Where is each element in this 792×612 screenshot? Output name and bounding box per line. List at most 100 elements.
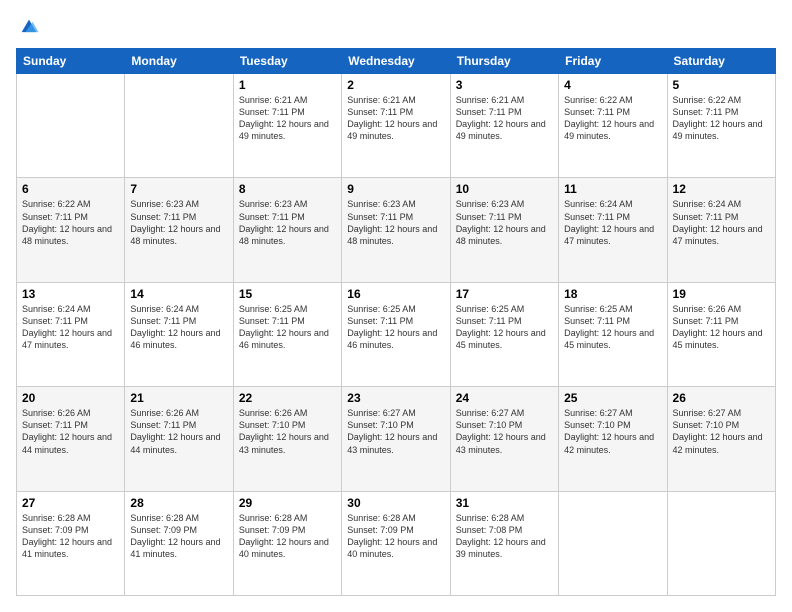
day-info: Sunrise: 6:23 AM Sunset: 7:11 PM Dayligh… (130, 198, 227, 247)
calendar-cell (667, 491, 775, 595)
calendar-cell: 9 Sunrise: 6:23 AM Sunset: 7:11 PM Daylig… (342, 178, 450, 282)
day-number: 27 (22, 496, 119, 510)
calendar-cell: 26 Sunrise: 6:27 AM Sunset: 7:10 PM Dayli… (667, 387, 775, 491)
day-number: 14 (130, 287, 227, 301)
calendar-cell: 20 Sunrise: 6:26 AM Sunset: 7:11 PM Dayli… (17, 387, 125, 491)
day-info: Sunrise: 6:23 AM Sunset: 7:11 PM Dayligh… (347, 198, 444, 247)
calendar-table: SundayMondayTuesdayWednesdayThursdayFrid… (16, 48, 776, 596)
calendar-cell: 5 Sunrise: 6:22 AM Sunset: 7:11 PM Daylig… (667, 74, 775, 178)
calendar-week-1: 1 Sunrise: 6:21 AM Sunset: 7:11 PM Daylig… (17, 74, 776, 178)
calendar-cell: 31 Sunrise: 6:28 AM Sunset: 7:08 PM Dayli… (450, 491, 558, 595)
day-info: Sunrise: 6:27 AM Sunset: 7:10 PM Dayligh… (456, 407, 553, 456)
day-info: Sunrise: 6:24 AM Sunset: 7:11 PM Dayligh… (564, 198, 661, 247)
day-number: 22 (239, 391, 336, 405)
day-info: Sunrise: 6:27 AM Sunset: 7:10 PM Dayligh… (673, 407, 770, 456)
calendar-cell: 18 Sunrise: 6:25 AM Sunset: 7:11 PM Dayli… (559, 282, 667, 386)
day-number: 29 (239, 496, 336, 510)
day-info: Sunrise: 6:26 AM Sunset: 7:11 PM Dayligh… (22, 407, 119, 456)
calendar-cell: 8Sunrise: 6:23 AM Sunset: 7:11 PM Daylig… (233, 178, 341, 282)
day-number: 31 (456, 496, 553, 510)
day-info: Sunrise: 6:22 AM Sunset: 7:11 PM Dayligh… (564, 94, 661, 143)
day-info: Sunrise: 6:23 AM Sunset: 7:11 PM Dayligh… (239, 198, 336, 247)
calendar-cell: 3 Sunrise: 6:21 AM Sunset: 7:11 PM Daylig… (450, 74, 558, 178)
calendar-cell: 4 Sunrise: 6:22 AM Sunset: 7:11 PM Daylig… (559, 74, 667, 178)
weekday-header-monday: Monday (125, 49, 233, 74)
day-number: 9 (347, 182, 444, 196)
day-info: Sunrise: 6:25 AM Sunset: 7:11 PM Dayligh… (456, 303, 553, 352)
logo-icon (18, 16, 40, 38)
weekday-header-thursday: Thursday (450, 49, 558, 74)
day-info: Sunrise: 6:28 AM Sunset: 7:09 PM Dayligh… (22, 512, 119, 561)
day-number: 30 (347, 496, 444, 510)
calendar-cell: 17 Sunrise: 6:25 AM Sunset: 7:11 PM Dayli… (450, 282, 558, 386)
calendar-cell: 6 Sunrise: 6:22 AM Sunset: 7:11 PM Daylig… (17, 178, 125, 282)
day-info: Sunrise: 6:24 AM Sunset: 7:11 PM Dayligh… (22, 303, 119, 352)
day-info: Sunrise: 6:28 AM Sunset: 7:09 PM Dayligh… (239, 512, 336, 561)
day-info: Sunrise: 6:26 AM Sunset: 7:11 PM Dayligh… (673, 303, 770, 352)
day-number: 20 (22, 391, 119, 405)
calendar-week-3: 13Sunrise: 6:24 AM Sunset: 7:11 PM Dayli… (17, 282, 776, 386)
calendar-cell: 22 Sunrise: 6:26 AM Sunset: 7:10 PM Dayli… (233, 387, 341, 491)
day-number: 2 (347, 78, 444, 92)
day-number: 25 (564, 391, 661, 405)
weekday-header-wednesday: Wednesday (342, 49, 450, 74)
day-info: Sunrise: 6:21 AM Sunset: 7:11 PM Dayligh… (239, 94, 336, 143)
weekday-header-sunday: Sunday (17, 49, 125, 74)
day-info: Sunrise: 6:26 AM Sunset: 7:11 PM Dayligh… (130, 407, 227, 456)
day-number: 5 (673, 78, 770, 92)
day-info: Sunrise: 6:25 AM Sunset: 7:11 PM Dayligh… (564, 303, 661, 352)
day-number: 3 (456, 78, 553, 92)
day-number: 21 (130, 391, 227, 405)
calendar-cell: 16 Sunrise: 6:25 AM Sunset: 7:11 PM Dayli… (342, 282, 450, 386)
day-number: 15 (239, 287, 336, 301)
calendar-cell: 15 Sunrise: 6:25 AM Sunset: 7:11 PM Dayli… (233, 282, 341, 386)
calendar-cell: 12 Sunrise: 6:24 AM Sunset: 7:11 PM Dayli… (667, 178, 775, 282)
day-info: Sunrise: 6:28 AM Sunset: 7:09 PM Dayligh… (130, 512, 227, 561)
day-number: 16 (347, 287, 444, 301)
calendar-cell: 2 Sunrise: 6:21 AM Sunset: 7:11 PM Daylig… (342, 74, 450, 178)
day-number: 19 (673, 287, 770, 301)
calendar-cell: 27 Sunrise: 6:28 AM Sunset: 7:09 PM Dayli… (17, 491, 125, 595)
calendar-cell: 21 Sunrise: 6:26 AM Sunset: 7:11 PM Dayli… (125, 387, 233, 491)
day-info: Sunrise: 6:28 AM Sunset: 7:09 PM Dayligh… (347, 512, 444, 561)
day-number: 28 (130, 496, 227, 510)
calendar-cell: 13Sunrise: 6:24 AM Sunset: 7:11 PM Dayli… (17, 282, 125, 386)
weekday-header-tuesday: Tuesday (233, 49, 341, 74)
calendar-cell (17, 74, 125, 178)
day-info: Sunrise: 6:27 AM Sunset: 7:10 PM Dayligh… (564, 407, 661, 456)
calendar-cell: 29 Sunrise: 6:28 AM Sunset: 7:09 PM Dayli… (233, 491, 341, 595)
calendar-week-2: 6 Sunrise: 6:22 AM Sunset: 7:11 PM Daylig… (17, 178, 776, 282)
day-number: 12 (673, 182, 770, 196)
day-info: Sunrise: 6:21 AM Sunset: 7:11 PM Dayligh… (347, 94, 444, 143)
calendar-cell: 19 Sunrise: 6:26 AM Sunset: 7:11 PM Dayli… (667, 282, 775, 386)
day-number: 18 (564, 287, 661, 301)
calendar-cell: 14 Sunrise: 6:24 AM Sunset: 7:11 PM Dayli… (125, 282, 233, 386)
day-info: Sunrise: 6:21 AM Sunset: 7:11 PM Dayligh… (456, 94, 553, 143)
calendar-cell: 24Sunrise: 6:27 AM Sunset: 7:10 PM Dayli… (450, 387, 558, 491)
day-number: 11 (564, 182, 661, 196)
day-info: Sunrise: 6:22 AM Sunset: 7:11 PM Dayligh… (22, 198, 119, 247)
day-number: 1 (239, 78, 336, 92)
calendar-week-4: 20 Sunrise: 6:26 AM Sunset: 7:11 PM Dayli… (17, 387, 776, 491)
day-info: Sunrise: 6:27 AM Sunset: 7:10 PM Dayligh… (347, 407, 444, 456)
weekday-header-friday: Friday (559, 49, 667, 74)
page: SundayMondayTuesdayWednesdayThursdayFrid… (0, 0, 792, 612)
day-number: 26 (673, 391, 770, 405)
day-info: Sunrise: 6:25 AM Sunset: 7:11 PM Dayligh… (239, 303, 336, 352)
weekday-header-row: SundayMondayTuesdayWednesdayThursdayFrid… (17, 49, 776, 74)
calendar-cell (559, 491, 667, 595)
calendar-cell: 30 Sunrise: 6:28 AM Sunset: 7:09 PM Dayli… (342, 491, 450, 595)
day-number: 17 (456, 287, 553, 301)
day-number: 6 (22, 182, 119, 196)
day-number: 10 (456, 182, 553, 196)
day-info: Sunrise: 6:26 AM Sunset: 7:10 PM Dayligh… (239, 407, 336, 456)
day-info: Sunrise: 6:22 AM Sunset: 7:11 PM Dayligh… (673, 94, 770, 143)
day-info: Sunrise: 6:24 AM Sunset: 7:11 PM Dayligh… (673, 198, 770, 247)
day-number: 4 (564, 78, 661, 92)
day-info: Sunrise: 6:24 AM Sunset: 7:11 PM Dayligh… (130, 303, 227, 352)
logo (16, 16, 44, 38)
calendar-cell: 11 Sunrise: 6:24 AM Sunset: 7:11 PM Dayli… (559, 178, 667, 282)
day-info: Sunrise: 6:25 AM Sunset: 7:11 PM Dayligh… (347, 303, 444, 352)
day-number: 23 (347, 391, 444, 405)
day-info: Sunrise: 6:28 AM Sunset: 7:08 PM Dayligh… (456, 512, 553, 561)
